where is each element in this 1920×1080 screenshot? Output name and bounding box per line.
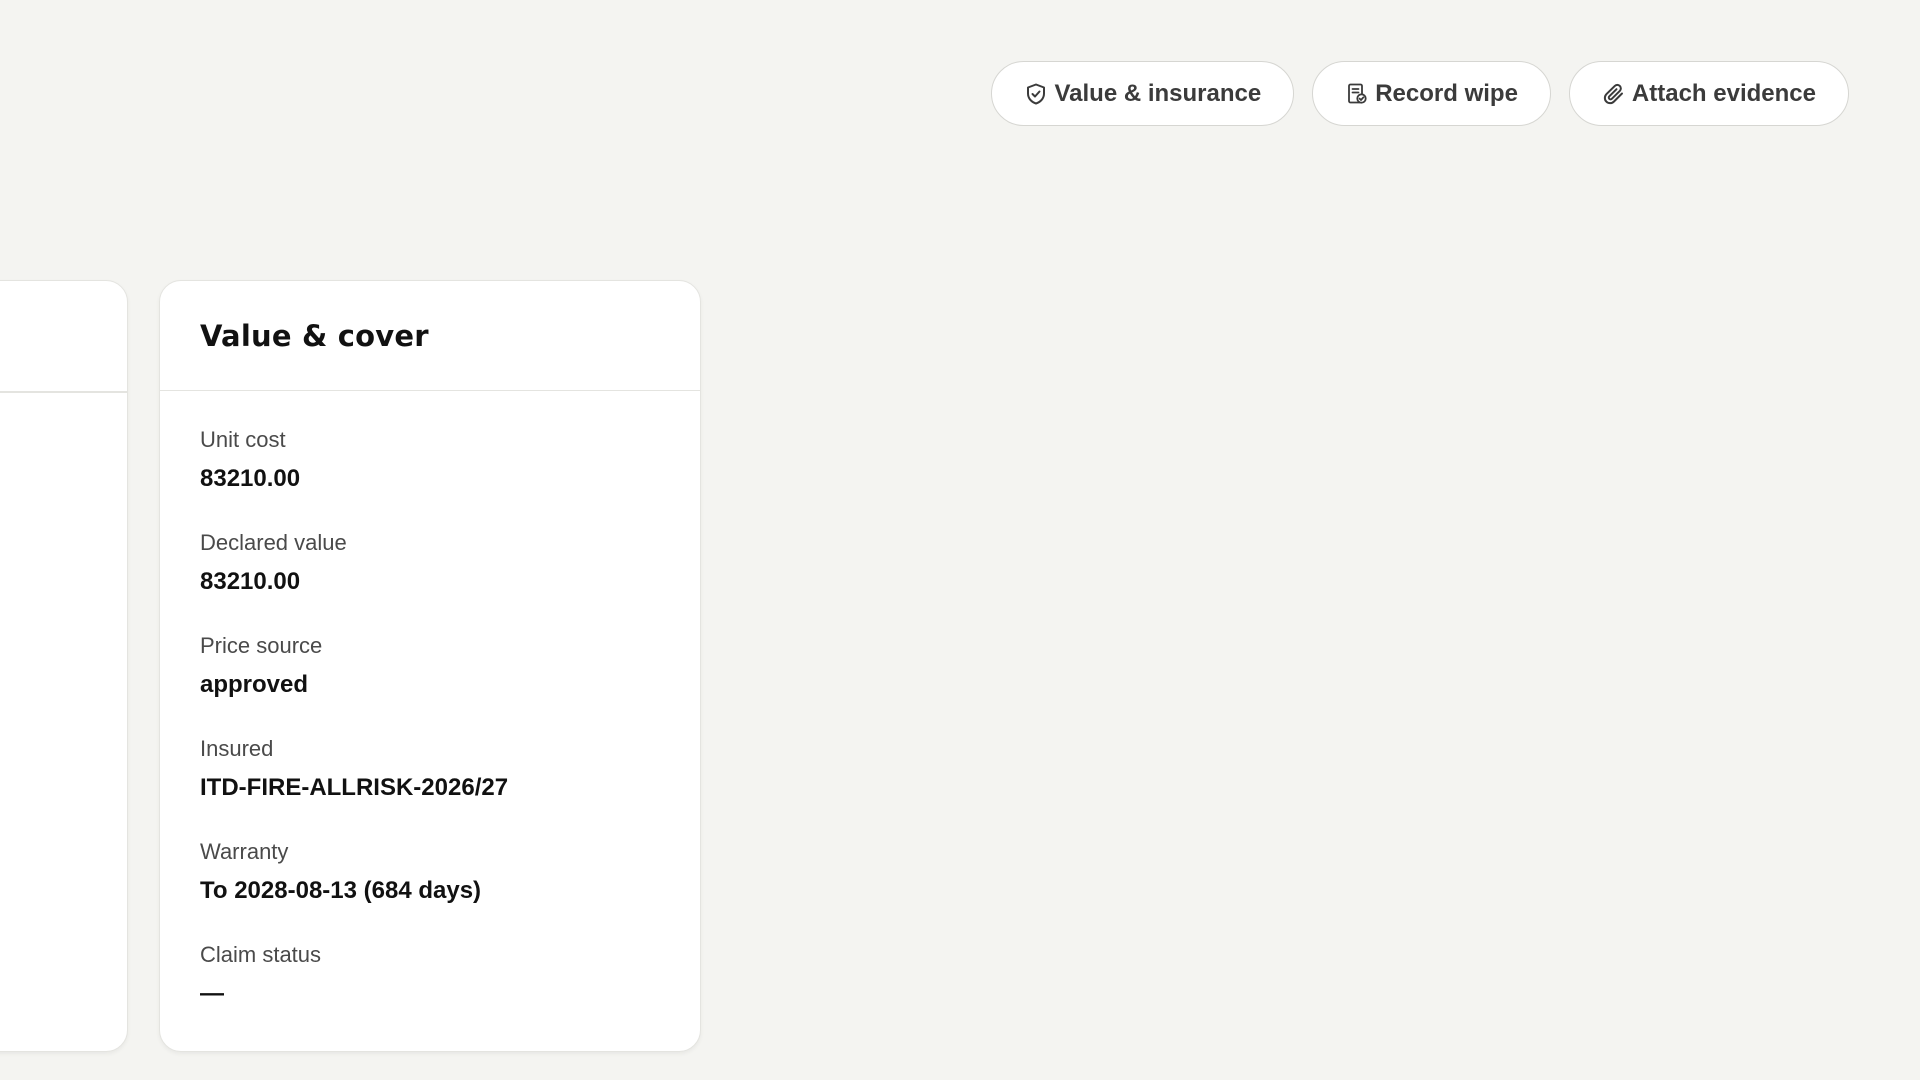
field-value: 83210.00 xyxy=(200,465,301,492)
record-wipe-button[interactable]: Record wipe xyxy=(1312,61,1551,126)
attach-evidence-label: Attach evidence xyxy=(1631,79,1816,107)
field-price-source: Price source approved xyxy=(200,633,660,714)
left-panel-card xyxy=(0,280,128,1052)
value-insurance-label: Value & insurance xyxy=(1054,79,1262,107)
value-cover-body: Unit cost 83210.00 Declared value 83210.… xyxy=(160,391,700,1023)
field-declared-value: Declared value 83210.00 xyxy=(200,530,660,611)
field-value: — xyxy=(200,980,224,1007)
field-unit-cost: Unit cost 83210.00 xyxy=(200,427,660,508)
action-toolbar: Value & insurance Record wipe Attach evi… xyxy=(991,61,1849,126)
document-check-icon xyxy=(1345,82,1369,106)
field-warranty: Warranty To 2028-08-13 (684 days) xyxy=(200,839,660,920)
value-insurance-button[interactable]: Value & insurance xyxy=(991,61,1295,126)
record-wipe-label: Record wipe xyxy=(1375,79,1518,107)
field-value: approved xyxy=(200,671,309,698)
shield-check-icon xyxy=(1024,82,1048,106)
field-label: Unit cost xyxy=(200,427,286,452)
left-panel-divider xyxy=(0,391,127,393)
field-label: Price source xyxy=(200,633,323,658)
field-value: ITD-FIRE-ALLRISK-2026/27 xyxy=(200,774,509,801)
value-cover-card: Value & cover Unit cost 83210.00 Declare… xyxy=(159,280,701,1052)
field-label: Claim status xyxy=(200,942,322,967)
attach-evidence-button[interactable]: Attach evidence xyxy=(1568,61,1849,126)
paperclip-icon xyxy=(1602,82,1626,106)
value-cover-title: Value & cover xyxy=(200,318,429,353)
value-cover-header: Value & cover xyxy=(160,281,700,391)
field-insured: Insured ITD-FIRE-ALLRISK-2026/27 xyxy=(200,736,660,817)
field-value: 83210.00 xyxy=(200,568,301,595)
field-label: Declared value xyxy=(200,530,347,555)
field-value: To 2028-08-13 (684 days) xyxy=(200,877,482,904)
field-claim-status: Claim status — xyxy=(200,942,660,1023)
field-label: Warranty xyxy=(200,839,289,864)
field-label: Insured xyxy=(200,736,274,761)
